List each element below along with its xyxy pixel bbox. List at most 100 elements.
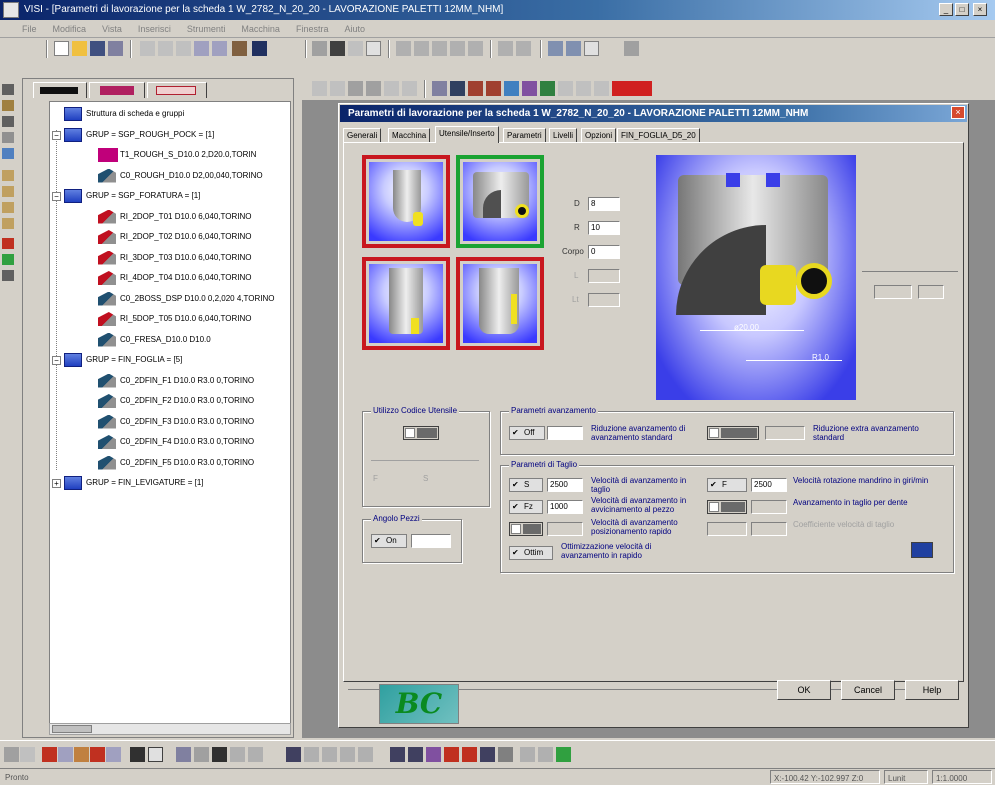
taglio-row4-checkbox[interactable]: Ottim	[509, 546, 553, 560]
taglio-row3-field[interactable]	[547, 522, 583, 536]
tree-expander[interactable]: −	[52, 130, 61, 140]
cam-tool-1-icon[interactable]	[312, 81, 327, 96]
tab-fin-foglia[interactable]: FIN_FOGLIA_D5_20	[617, 128, 700, 143]
taglio-row1-field[interactable]: 2500	[547, 478, 583, 492]
bottom-tool-5-icon[interactable]	[74, 747, 89, 762]
tree-expander[interactable]: −	[52, 192, 61, 201]
render-icon[interactable]	[330, 41, 345, 56]
angolo-checkbox[interactable]: On	[371, 534, 407, 548]
bottom-tool-1-icon[interactable]	[4, 747, 19, 762]
bottom-tool-23-icon[interactable]	[444, 747, 459, 762]
right-field-1[interactable]	[874, 285, 912, 299]
param-l-field[interactable]	[588, 269, 620, 283]
cam-tool-13-icon[interactable]	[540, 81, 555, 96]
param-lt-field[interactable]	[588, 293, 620, 307]
print-icon[interactable]	[108, 41, 123, 56]
avanzamento-checkbox[interactable]: Off	[509, 426, 545, 440]
menu-file[interactable]: File	[0, 20, 45, 38]
cut-icon[interactable]	[140, 41, 155, 56]
view-icon[interactable]	[312, 41, 327, 56]
menu-help[interactable]: Aiuto	[336, 20, 373, 38]
cam-tool-8-icon[interactable]	[450, 81, 465, 96]
solid-icon[interactable]	[2, 170, 14, 181]
param-d-field[interactable]: 8	[588, 197, 620, 211]
bottom-tool-20-icon[interactable]	[390, 747, 405, 762]
cam-tool-10-icon[interactable]	[486, 81, 501, 96]
taglio-row2-toggle[interactable]	[707, 500, 747, 514]
scroll-thumb[interactable]	[52, 725, 92, 733]
tab-parametri[interactable]: Parametri	[503, 128, 546, 143]
cam-tool-12-icon[interactable]	[522, 81, 537, 96]
copy-icon[interactable]	[158, 41, 173, 56]
bottom-tool-13-icon[interactable]	[230, 747, 245, 762]
tile-icon[interactable]	[566, 41, 581, 56]
paste-icon[interactable]	[176, 41, 191, 56]
drill-icon[interactable]	[2, 238, 14, 249]
snap-icon[interactable]	[414, 41, 429, 56]
right-field-2[interactable]	[918, 285, 944, 299]
ok-button[interactable]: OK	[777, 680, 831, 700]
bottom-tool-2-icon[interactable]	[20, 747, 35, 762]
help-icon[interactable]	[252, 41, 267, 56]
taglio-row1-checkbox[interactable]: S	[509, 478, 543, 492]
tree-tab-order[interactable]	[33, 82, 87, 98]
zoom-icon[interactable]	[348, 41, 363, 56]
new-file-icon[interactable]	[54, 41, 69, 56]
close-window-button[interactable]: ×	[973, 3, 987, 16]
cam-tool-14-icon[interactable]	[558, 81, 573, 96]
tree-tab-view[interactable]	[89, 82, 145, 98]
cam-tool-9-icon[interactable]	[468, 81, 483, 96]
param-corpo-field[interactable]: 0	[588, 245, 620, 259]
plane-icon[interactable]	[432, 41, 447, 56]
select-icon[interactable]	[2, 116, 14, 127]
bottom-tool-18-icon[interactable]	[340, 747, 355, 762]
circle-icon[interactable]	[366, 41, 381, 56]
cutter-type-bull-nose[interactable]	[456, 257, 544, 350]
bottom-tool-19-icon[interactable]	[358, 747, 373, 762]
bottom-tool-24-icon[interactable]	[462, 747, 477, 762]
bottom-tool-15-icon[interactable]	[286, 747, 301, 762]
bottom-tool-28-icon[interactable]	[538, 747, 553, 762]
calculator-icon[interactable]	[911, 542, 933, 558]
bottom-tool-26-icon[interactable]	[498, 747, 513, 762]
tree-tab-grid[interactable]	[147, 82, 207, 98]
dialog-close-button[interactable]: ×	[951, 106, 965, 119]
tool-icon[interactable]	[2, 254, 14, 265]
arrow-icon[interactable]	[624, 41, 639, 56]
taglio-row1-checkbox-2[interactable]: F	[707, 478, 747, 492]
bottom-tool-17-icon[interactable]	[322, 747, 337, 762]
bottom-tool-21-icon[interactable]	[408, 747, 423, 762]
cam-tool-6-icon[interactable]	[402, 81, 417, 96]
open-folder-icon[interactable]	[72, 41, 87, 56]
menu-insert[interactable]: Inserisci	[130, 20, 179, 38]
cutter-type-ball-end[interactable]	[362, 155, 450, 248]
undo-icon[interactable]	[194, 41, 209, 56]
menu-edit[interactable]: Modifica	[45, 20, 95, 38]
window-icon[interactable]	[548, 41, 563, 56]
bottom-tool-22-icon[interactable]	[426, 747, 441, 762]
tab-generali[interactable]: Generali	[343, 128, 382, 143]
bottom-tool-11-icon[interactable]	[194, 747, 209, 762]
bottom-tool-29-icon[interactable]	[556, 747, 571, 762]
help-button[interactable]: Help	[905, 680, 959, 700]
avanzamento-toggle[interactable]	[707, 426, 759, 440]
bottom-tool-14-icon[interactable]	[248, 747, 263, 762]
taglio-row3-toggle[interactable]	[509, 522, 543, 536]
cam-tool-7-icon[interactable]	[432, 81, 447, 96]
table-icon[interactable]	[516, 41, 531, 56]
tree-expander[interactable]: +	[52, 479, 61, 488]
revolve-icon[interactable]	[2, 202, 14, 213]
cancel-button[interactable]: Cancel	[841, 680, 895, 700]
cutter-type-insert-face-mill[interactable]	[456, 155, 544, 248]
bottom-tool-3-icon[interactable]	[42, 747, 57, 762]
bottom-tool-10-icon[interactable]	[176, 747, 191, 762]
line-icon[interactable]	[2, 132, 14, 143]
maximize-button[interactable]: □	[955, 3, 969, 16]
utilizzo-toggle[interactable]	[403, 426, 439, 440]
taglio-row2-field[interactable]: 1000	[547, 500, 583, 514]
tree-expander[interactable]: −	[52, 356, 61, 365]
bottom-tool-7-icon[interactable]	[106, 747, 121, 762]
bottom-tool-25-icon[interactable]	[480, 747, 495, 762]
pointer-icon[interactable]	[2, 84, 14, 95]
tab-livelli[interactable]: Livelli	[549, 128, 578, 143]
